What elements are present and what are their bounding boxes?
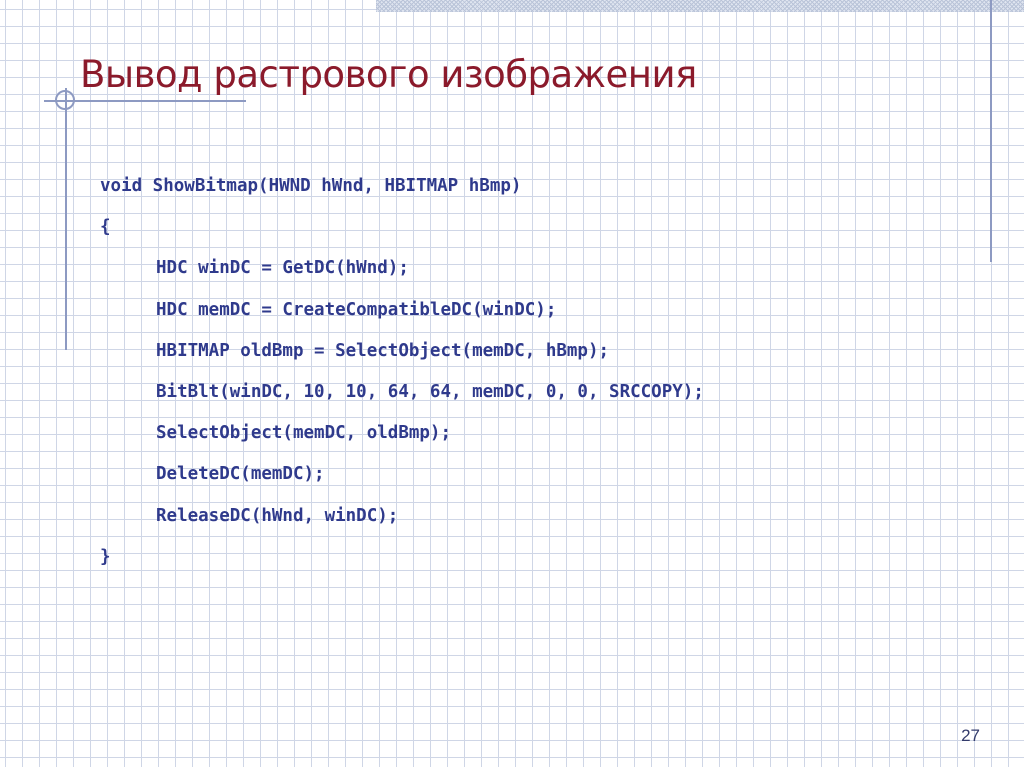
slide-title: Вывод растрового изображения [80, 53, 697, 96]
code-line: DeleteDC(memDC); [156, 464, 325, 485]
code-line: void ShowBitmap(HWND hWnd, HBITMAP hBmp) [100, 176, 522, 196]
code-line: SelectObject(memDC, oldBmp); [156, 423, 452, 444]
code-line: HDC winDC = GetDC(hWnd); [156, 258, 409, 279]
code-line: BitBlt(winDC, 10, 10, 64, 64, memDC, 0, … [156, 381, 704, 402]
code-line: { [100, 217, 111, 238]
code-line: HDC memDC = CreateCompatibleDC(winDC); [156, 299, 557, 320]
code-block: void ShowBitmap(HWND hWnd, HBITMAP hBmp)… [100, 166, 960, 578]
right-vertical-rule [990, 0, 992, 262]
page-number: 27 [961, 726, 980, 745]
code-line: HBITMAP oldBmp = SelectObject(memDC, hBm… [156, 340, 610, 361]
left-vertical-rule [65, 88, 67, 350]
code-line: } [100, 546, 111, 567]
slide: Вывод растрового изображения void ShowBi… [0, 0, 1024, 767]
top-decorative-band [376, 0, 1024, 12]
code-line: ReleaseDC(hWnd, winDC); [156, 505, 399, 526]
ring-ornament [55, 90, 75, 110]
